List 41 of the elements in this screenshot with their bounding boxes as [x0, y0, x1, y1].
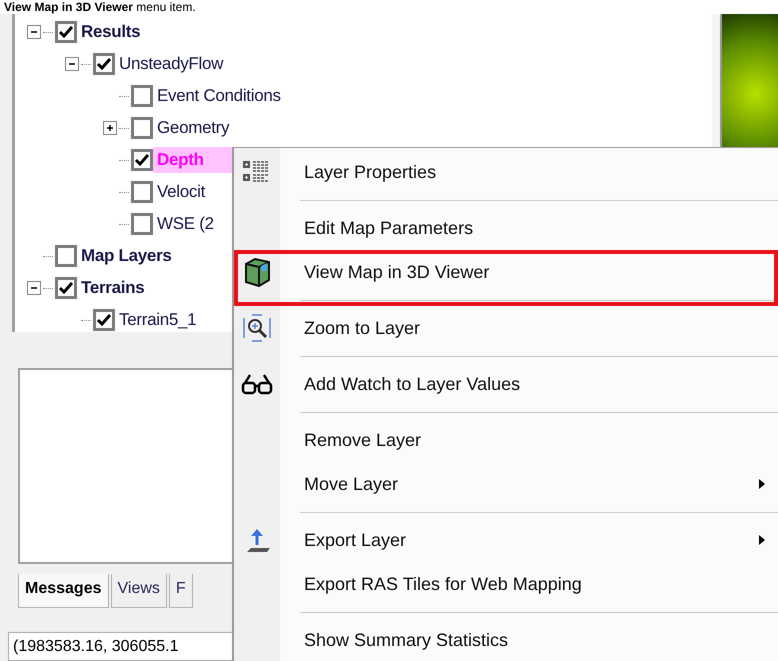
tree-item-label[interactable]: Geometry	[153, 115, 234, 141]
submenu-arrow-icon	[758, 478, 766, 490]
checkbox[interactable]	[131, 149, 153, 171]
tree-item-label[interactable]: Map Layers	[77, 243, 176, 269]
check-icon	[97, 314, 111, 326]
checkbox[interactable]	[131, 85, 153, 107]
collapse-toggle[interactable]	[65, 57, 79, 71]
checkbox[interactable]	[55, 21, 77, 43]
menu-item[interactable]: View Map in 3D Viewer	[234, 250, 778, 306]
caption-text: View Map in 3D Viewer menu item.	[0, 0, 778, 14]
checkbox[interactable]	[131, 117, 153, 139]
check-icon	[59, 282, 73, 294]
tree-item-label[interactable]: UnsteadyFlow	[115, 51, 228, 77]
checkbox[interactable]	[131, 181, 153, 203]
tab[interactable]: Messages	[18, 574, 108, 608]
checkbox[interactable]	[93, 309, 115, 331]
checkbox[interactable]	[131, 213, 153, 235]
submenu-arrow-icon	[758, 534, 766, 546]
tab[interactable]: F	[168, 574, 193, 608]
tab[interactable]: Views	[110, 574, 167, 608]
menu-item[interactable]: Export Layer	[234, 518, 778, 562]
tree-item-label[interactable]: Velocit	[153, 179, 209, 205]
checkbox[interactable]	[55, 245, 77, 267]
checkbox[interactable]	[93, 53, 115, 75]
tree-item-label[interactable]: WSE (2	[153, 211, 218, 237]
tree-item-label[interactable]: Terrain5_1	[115, 307, 200, 333]
tree-item-label[interactable]: Event Conditions	[153, 83, 285, 109]
check-icon	[97, 58, 111, 70]
tree-item-label[interactable]: Results	[77, 19, 144, 45]
plus-icon	[104, 122, 116, 134]
glasses-icon	[241, 373, 273, 395]
expand-toggle[interactable]	[103, 121, 117, 135]
collapse-toggle[interactable]	[27, 281, 41, 295]
menu-item[interactable]: Remove Layer	[234, 418, 778, 462]
tree-item-label[interactable]: Terrains	[77, 275, 148, 301]
check-icon	[59, 26, 73, 38]
menu-item[interactable]: Edit Map Parameters	[234, 206, 778, 250]
zoom-layer-icon	[242, 313, 272, 343]
checkbox[interactable]	[55, 277, 77, 299]
collapse-toggle[interactable]	[27, 25, 41, 39]
check-icon	[135, 154, 149, 166]
